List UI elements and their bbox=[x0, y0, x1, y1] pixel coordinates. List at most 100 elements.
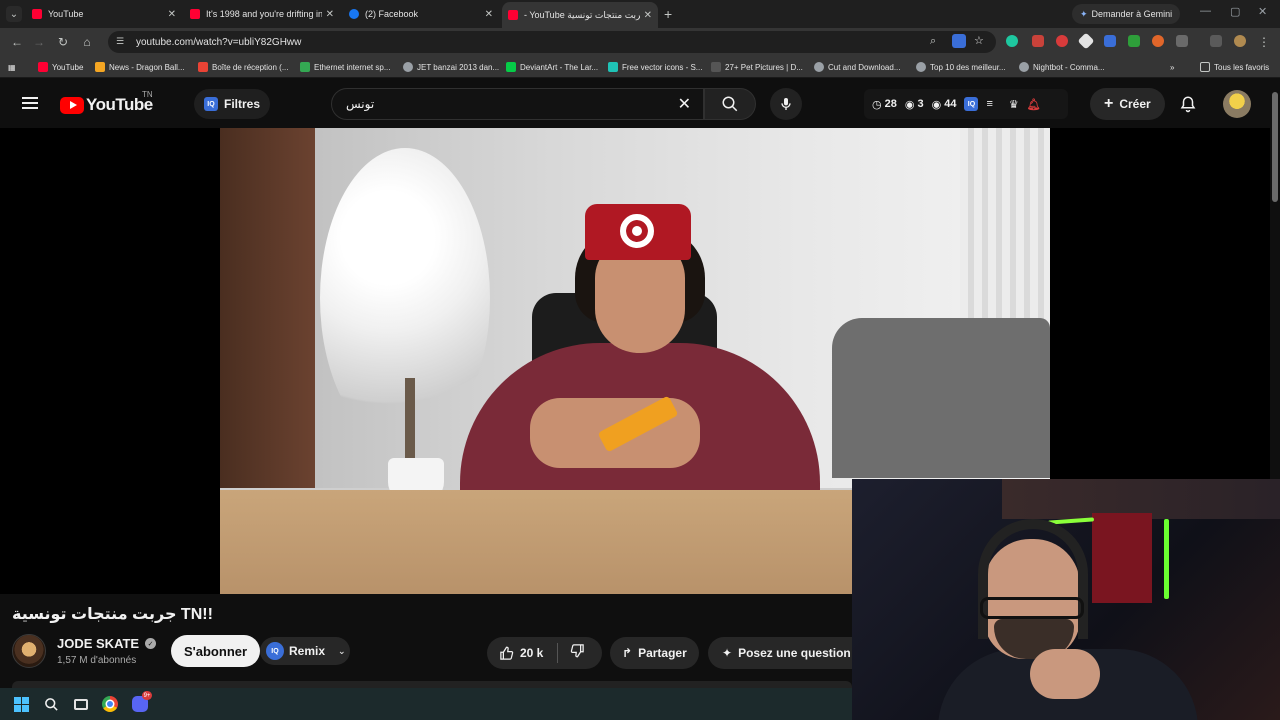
site-info-icon[interactable]: ☰ bbox=[116, 36, 128, 48]
user-avatar[interactable] bbox=[1223, 90, 1251, 118]
filters-button[interactable]: IQ Filtres bbox=[194, 89, 271, 119]
bookmark-star-icon[interactable]: ☆ bbox=[974, 34, 984, 47]
reading-list-icon[interactable] bbox=[1210, 35, 1222, 47]
ask-label: Posez une question bbox=[738, 646, 851, 660]
zoom-icon[interactable]: ⌕ bbox=[930, 35, 936, 48]
profile-icon[interactable] bbox=[1234, 35, 1246, 47]
extensions-puzzle-icon[interactable] bbox=[1176, 35, 1188, 47]
bookmark-item[interactable]: Cut and Download... bbox=[814, 60, 901, 74]
close-window-icon[interactable]: ✕ bbox=[1258, 5, 1267, 18]
extension-icon[interactable] bbox=[1077, 32, 1095, 50]
taskbar-search-icon[interactable] bbox=[43, 696, 59, 712]
remix-label: Remix bbox=[289, 644, 326, 658]
browser-tab[interactable]: (2) Facebook ✕ bbox=[343, 4, 499, 24]
globe-icon bbox=[403, 62, 413, 72]
browser-menu-icon[interactable]: ⋮ bbox=[1256, 34, 1272, 50]
watch-later-stat[interactable]: ◷ 28 bbox=[872, 98, 897, 111]
scrollbar-thumb[interactable] bbox=[1272, 92, 1278, 202]
browser-tab-active[interactable]: - YouTube جربت منتجات تونسية ✕ bbox=[502, 2, 658, 28]
tab-search-button[interactable]: ⌄ bbox=[6, 6, 22, 22]
like-button[interactable]: 20 k bbox=[487, 646, 557, 661]
bookmark-item[interactable]: YouTube bbox=[38, 60, 83, 74]
trophy-icon[interactable]: ♛ bbox=[1009, 98, 1019, 111]
bookmark-item[interactable]: Boîte de réception (... bbox=[198, 60, 289, 74]
hamburger-menu-icon[interactable] bbox=[22, 97, 38, 109]
extension-icon[interactable] bbox=[1128, 35, 1140, 47]
cast-icon[interactable] bbox=[952, 34, 966, 48]
webcam-overlay bbox=[852, 479, 1280, 720]
close-tab-icon[interactable]: ✕ bbox=[326, 9, 334, 20]
discord-icon[interactable]: 9+ bbox=[132, 691, 152, 712]
windows-taskbar: 9+ bbox=[0, 688, 852, 720]
apps-grid-icon[interactable]: ▦ bbox=[8, 60, 16, 74]
channel-avatar[interactable] bbox=[12, 634, 46, 668]
home-icon[interactable]: ⌂ bbox=[79, 34, 95, 50]
new-tab-button[interactable]: + bbox=[664, 6, 672, 22]
close-tab-icon[interactable]: ✕ bbox=[168, 9, 176, 20]
list-icon[interactable]: ≡ bbox=[986, 98, 992, 110]
clear-search-icon[interactable]: ✕ bbox=[678, 94, 691, 114]
dislike-button[interactable] bbox=[558, 643, 585, 663]
youtube-favicon-icon bbox=[508, 10, 518, 20]
page-scrollbar[interactable] bbox=[1270, 80, 1280, 480]
close-tab-icon[interactable]: ✕ bbox=[485, 9, 493, 20]
share-button[interactable]: ↱ Partager bbox=[610, 637, 699, 669]
forward-arrow-icon[interactable]: → bbox=[31, 34, 47, 50]
browser-tab[interactable]: YouTube ✕ bbox=[26, 4, 182, 24]
bookmark-item[interactable]: Ethernet internet sp... bbox=[300, 60, 391, 74]
bookmark-item[interactable]: JET banzai 2013 dan... bbox=[403, 60, 499, 74]
task-view-icon[interactable] bbox=[73, 696, 89, 712]
bookmark-label: Nightbot - Comma... bbox=[1033, 62, 1105, 72]
extension-icon[interactable] bbox=[1056, 35, 1068, 47]
remix-button[interactable]: IQ Remix ⌄ bbox=[260, 637, 350, 665]
youtube-favicon-icon bbox=[32, 9, 42, 19]
extension-icon[interactable] bbox=[1032, 35, 1044, 47]
tunisia-emblem-icon bbox=[620, 214, 654, 248]
bookmark-item[interactable]: Top 10 des meilleur... bbox=[916, 60, 1006, 74]
country-code: TN bbox=[142, 90, 153, 99]
extension-icon[interactable] bbox=[1104, 35, 1116, 47]
bookmark-item[interactable]: News - Dragon Ball... bbox=[95, 60, 185, 74]
close-tab-icon[interactable]: ✕ bbox=[644, 10, 652, 21]
ask-question-button[interactable]: ✦ Posez une question bbox=[708, 637, 858, 669]
extension-icon[interactable] bbox=[1152, 35, 1164, 47]
reload-icon[interactable]: ↻ bbox=[55, 34, 71, 50]
screen: ⌄ YouTube ✕ It's 1998 and you're driftin… bbox=[0, 0, 1280, 720]
bookmarks-bar: ▦ YouTube News - Dragon Ball... Boîte de… bbox=[0, 56, 1280, 78]
restore-icon[interactable]: ▢ bbox=[1230, 5, 1240, 18]
subscriber-count: 1,57 M d'abonnés bbox=[57, 655, 137, 666]
more-bookmarks-icon[interactable]: » bbox=[1170, 60, 1174, 74]
search-button[interactable] bbox=[704, 88, 756, 120]
iq-extension-icon[interactable]: IQ bbox=[964, 97, 979, 111]
chrome-icon[interactable] bbox=[102, 696, 118, 712]
bookmark-item[interactable]: Free vector icons - S... bbox=[608, 60, 702, 74]
bookmark-item[interactable]: DeviantArt - The Lar... bbox=[506, 60, 598, 74]
extension-icon[interactable] bbox=[1006, 35, 1018, 47]
voice-search-button[interactable] bbox=[770, 88, 802, 120]
minimize-icon[interactable]: — bbox=[1200, 5, 1211, 17]
create-label: Créer bbox=[1119, 97, 1151, 111]
bookmark-label: Ethernet internet sp... bbox=[314, 62, 391, 72]
youtube-logo[interactable]: YouTube TN bbox=[60, 90, 153, 115]
notifications-bell-icon[interactable] bbox=[1177, 93, 1199, 115]
browser-toolbar: ← → ↻ ⌂ ☰ youtube.com/watch?v=ubliY82GHw… bbox=[0, 28, 1280, 56]
globe-icon bbox=[1019, 62, 1029, 72]
search-input[interactable]: تونس ✕ bbox=[331, 88, 704, 120]
all-bookmarks-folder[interactable]: Tous les favoris bbox=[1200, 60, 1269, 74]
facebook-favicon-icon bbox=[349, 9, 359, 19]
gemini-button[interactable]: ✦ Demander à Gemini bbox=[1072, 4, 1181, 24]
views-stat[interactable]: ◉ 44 bbox=[932, 98, 957, 111]
create-button[interactable]: + Créer bbox=[1090, 88, 1165, 120]
browser-tab[interactable]: It's 1998 and you're drifting in ✕ bbox=[184, 4, 340, 24]
windows-start-icon[interactable] bbox=[13, 696, 29, 712]
notification-alert-icon[interactable]: 🔔︎ bbox=[1027, 98, 1041, 111]
address-bar[interactable]: ☰ youtube.com/watch?v=ubliY82GHww ⌕ ☆ bbox=[108, 31, 996, 53]
bookmark-item[interactable]: 27+ Pet Pictures | D... bbox=[711, 60, 803, 74]
channel-name-row[interactable]: JODE SKATE ✓ bbox=[57, 636, 157, 651]
webcam-hand bbox=[1030, 649, 1100, 699]
viewed-stat[interactable]: ◉ 3 bbox=[905, 98, 924, 111]
eye-icon: ◉ bbox=[931, 98, 942, 111]
subscribe-button[interactable]: S'abonner bbox=[171, 635, 261, 667]
back-arrow-icon[interactable]: ← bbox=[9, 34, 25, 50]
bookmark-item[interactable]: Nightbot - Comma... bbox=[1019, 60, 1105, 74]
